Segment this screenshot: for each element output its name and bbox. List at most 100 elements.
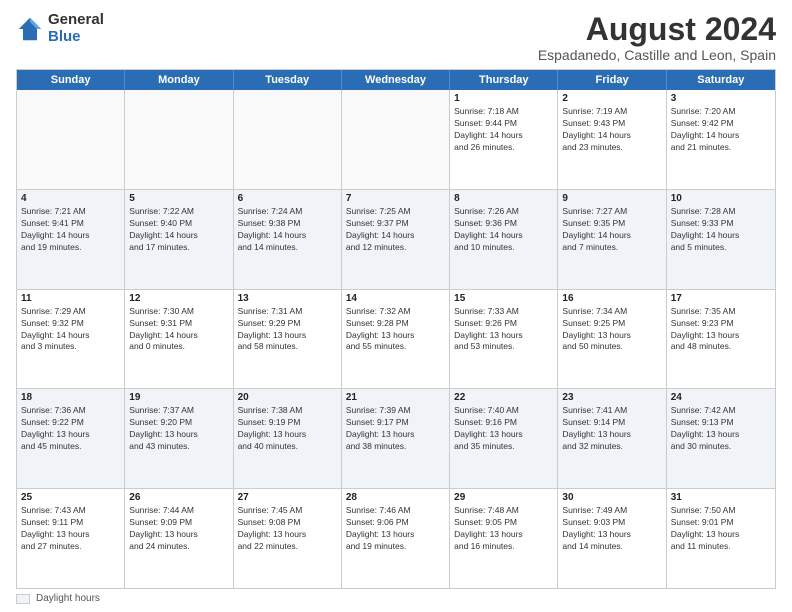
day-number: 15	[454, 293, 553, 304]
day-cell-3: 3Sunrise: 7:20 AMSunset: 9:42 PMDaylight…	[667, 90, 775, 189]
day-cell-9: 9 Sunrise: 7:27 AMSunset: 9:35 PMDaylight…	[558, 190, 666, 289]
main-title: August 2024	[538, 12, 776, 47]
header-day-tuesday: Tuesday	[234, 70, 342, 90]
day-number: 21	[346, 392, 445, 403]
day-number: 23	[562, 392, 661, 403]
day-cell-8: 8Sunrise: 7:26 AMSunset: 9:36 PMDaylight…	[450, 190, 558, 289]
day-info: Sunrise: 7:30 AMSunset: 9:31 PMDaylight:…	[129, 306, 228, 354]
day-number: 13	[238, 293, 337, 304]
day-info: Sunrise: 7:24 AMSunset: 9:38 PMDaylight:…	[238, 206, 337, 254]
day-number: 7	[346, 193, 445, 204]
day-number: 16	[562, 293, 661, 304]
calendar-row-1: 1Sunrise: 7:18 AMSunset: 9:44 PMDaylight…	[17, 90, 775, 190]
day-info: Sunrise: 7:40 AMSunset: 9:16 PMDaylight:…	[454, 405, 553, 453]
legend: Daylight hours	[16, 593, 776, 604]
day-info: Sunrise: 7:37 AMSunset: 9:20 PMDaylight:…	[129, 405, 228, 453]
day-number: 8	[454, 193, 553, 204]
day-cell-10: 10Sunrise: 7:28 AMSunset: 9:33 PMDayligh…	[667, 190, 775, 289]
day-info: Sunrise: 7:42 AMSunset: 9:13 PMDaylight:…	[671, 405, 771, 453]
day-cell-30: 30Sunrise: 7:49 AMSunset: 9:03 PMDayligh…	[558, 489, 666, 588]
day-number: 9	[562, 193, 661, 204]
day-info: Sunrise: 7:21 AMSunset: 9:41 PMDaylight:…	[21, 206, 120, 254]
day-info: Sunrise: 7:43 AMSunset: 9:11 PMDaylight:…	[21, 505, 120, 553]
day-number: 6	[238, 193, 337, 204]
day-cell-25: 25 Sunrise: 7:43 AMSunset: 9:11 PMDayligh…	[17, 489, 125, 588]
empty-cell	[17, 90, 125, 189]
day-cell-4: 4 Sunrise: 7:21 AMSunset: 9:41 PMDaylight…	[17, 190, 125, 289]
calendar-row-2: 4 Sunrise: 7:21 AMSunset: 9:41 PMDaylight…	[17, 190, 775, 290]
day-info: Sunrise: 7:32 AMSunset: 9:28 PMDaylight:…	[346, 306, 445, 354]
day-number: 1	[454, 93, 553, 104]
day-cell-14: 14 Sunrise: 7:32 AMSunset: 9:28 PMDayligh…	[342, 290, 450, 389]
day-number: 3	[671, 93, 771, 104]
day-info: Sunrise: 7:25 AMSunset: 9:37 PMDaylight:…	[346, 206, 445, 254]
subtitle: Espadanedo, Castille and Leon, Spain	[538, 47, 776, 63]
day-cell-11: 11 Sunrise: 7:29 AMSunset: 9:32 PMDayligh…	[17, 290, 125, 389]
day-cell-16: 16Sunrise: 7:34 AMSunset: 9:25 PMDayligh…	[558, 290, 666, 389]
day-info: Sunrise: 7:46 AMSunset: 9:06 PMDaylight:…	[346, 505, 445, 553]
day-info: Sunrise: 7:48 AMSunset: 9:05 PMDaylight:…	[454, 505, 553, 553]
day-info: Sunrise: 7:39 AMSunset: 9:17 PMDaylight:…	[346, 405, 445, 453]
logo-icon	[16, 15, 44, 43]
day-number: 31	[671, 492, 771, 503]
day-number: 11	[21, 293, 120, 304]
day-info: Sunrise: 7:27 AMSunset: 9:35 PMDaylight:…	[562, 206, 661, 254]
day-cell-13: 13 Sunrise: 7:31 AMSunset: 9:29 PMDayligh…	[234, 290, 342, 389]
calendar-row-5: 25 Sunrise: 7:43 AMSunset: 9:11 PMDayligh…	[17, 489, 775, 588]
day-cell-24: 24 Sunrise: 7:42 AMSunset: 9:13 PMDayligh…	[667, 389, 775, 488]
day-cell-26: 26 Sunrise: 7:44 AMSunset: 9:09 PMDayligh…	[125, 489, 233, 588]
calendar: SundayMondayTuesdayWednesdayThursdayFrid…	[16, 69, 776, 589]
day-cell-28: 28Sunrise: 7:46 AMSunset: 9:06 PMDayligh…	[342, 489, 450, 588]
header-day-saturday: Saturday	[667, 70, 775, 90]
header-day-sunday: Sunday	[17, 70, 125, 90]
day-number: 17	[671, 293, 771, 304]
empty-cell	[234, 90, 342, 189]
day-info: Sunrise: 7:38 AMSunset: 9:19 PMDaylight:…	[238, 405, 337, 453]
day-cell-21: 21 Sunrise: 7:39 AMSunset: 9:17 PMDayligh…	[342, 389, 450, 488]
day-number: 14	[346, 293, 445, 304]
calendar-body: 1Sunrise: 7:18 AMSunset: 9:44 PMDaylight…	[17, 90, 775, 588]
day-cell-18: 18Sunrise: 7:36 AMSunset: 9:22 PMDayligh…	[17, 389, 125, 488]
logo-text: General Blue	[48, 12, 104, 45]
day-number: 30	[562, 492, 661, 503]
logo-general-text: General	[48, 12, 104, 29]
day-number: 5	[129, 193, 228, 204]
day-cell-27: 27Sunrise: 7:45 AMSunset: 9:08 PMDayligh…	[234, 489, 342, 588]
day-cell-1: 1Sunrise: 7:18 AMSunset: 9:44 PMDaylight…	[450, 90, 558, 189]
calendar-header: SundayMondayTuesdayWednesdayThursdayFrid…	[17, 70, 775, 90]
legend-label: Daylight hours	[36, 593, 100, 604]
day-number: 29	[454, 492, 553, 503]
day-info: Sunrise: 7:35 AMSunset: 9:23 PMDaylight:…	[671, 306, 771, 354]
calendar-row-3: 11 Sunrise: 7:29 AMSunset: 9:32 PMDayligh…	[17, 290, 775, 390]
day-cell-5: 5Sunrise: 7:22 AMSunset: 9:40 PMDaylight…	[125, 190, 233, 289]
logo: General Blue	[16, 12, 104, 45]
header-day-wednesday: Wednesday	[342, 70, 450, 90]
day-cell-20: 20 Sunrise: 7:38 AMSunset: 9:19 PMDayligh…	[234, 389, 342, 488]
day-cell-19: 19 Sunrise: 7:37 AMSunset: 9:20 PMDayligh…	[125, 389, 233, 488]
logo-blue-text: Blue	[48, 29, 104, 46]
empty-cell	[342, 90, 450, 189]
day-cell-6: 6 Sunrise: 7:24 AMSunset: 9:38 PMDaylight…	[234, 190, 342, 289]
day-number: 12	[129, 293, 228, 304]
day-number: 26	[129, 492, 228, 503]
day-number: 20	[238, 392, 337, 403]
header-day-thursday: Thursday	[450, 70, 558, 90]
day-number: 27	[238, 492, 337, 503]
day-number: 24	[671, 392, 771, 403]
empty-cell	[125, 90, 233, 189]
day-info: Sunrise: 7:19 AMSunset: 9:43 PMDaylight:…	[562, 106, 661, 154]
day-info: Sunrise: 7:28 AMSunset: 9:33 PMDaylight:…	[671, 206, 771, 254]
day-info: Sunrise: 7:41 AMSunset: 9:14 PMDaylight:…	[562, 405, 661, 453]
day-number: 25	[21, 492, 120, 503]
day-info: Sunrise: 7:29 AMSunset: 9:32 PMDaylight:…	[21, 306, 120, 354]
day-info: Sunrise: 7:44 AMSunset: 9:09 PMDaylight:…	[129, 505, 228, 553]
day-number: 19	[129, 392, 228, 403]
header: General Blue August 2024 Espadanedo, Cas…	[16, 12, 776, 63]
day-cell-17: 17 Sunrise: 7:35 AMSunset: 9:23 PMDayligh…	[667, 290, 775, 389]
day-info: Sunrise: 7:31 AMSunset: 9:29 PMDaylight:…	[238, 306, 337, 354]
day-number: 4	[21, 193, 120, 204]
day-cell-7: 7 Sunrise: 7:25 AMSunset: 9:37 PMDaylight…	[342, 190, 450, 289]
day-cell-22: 22Sunrise: 7:40 AMSunset: 9:16 PMDayligh…	[450, 389, 558, 488]
header-day-friday: Friday	[558, 70, 666, 90]
day-cell-23: 23 Sunrise: 7:41 AMSunset: 9:14 PMDayligh…	[558, 389, 666, 488]
